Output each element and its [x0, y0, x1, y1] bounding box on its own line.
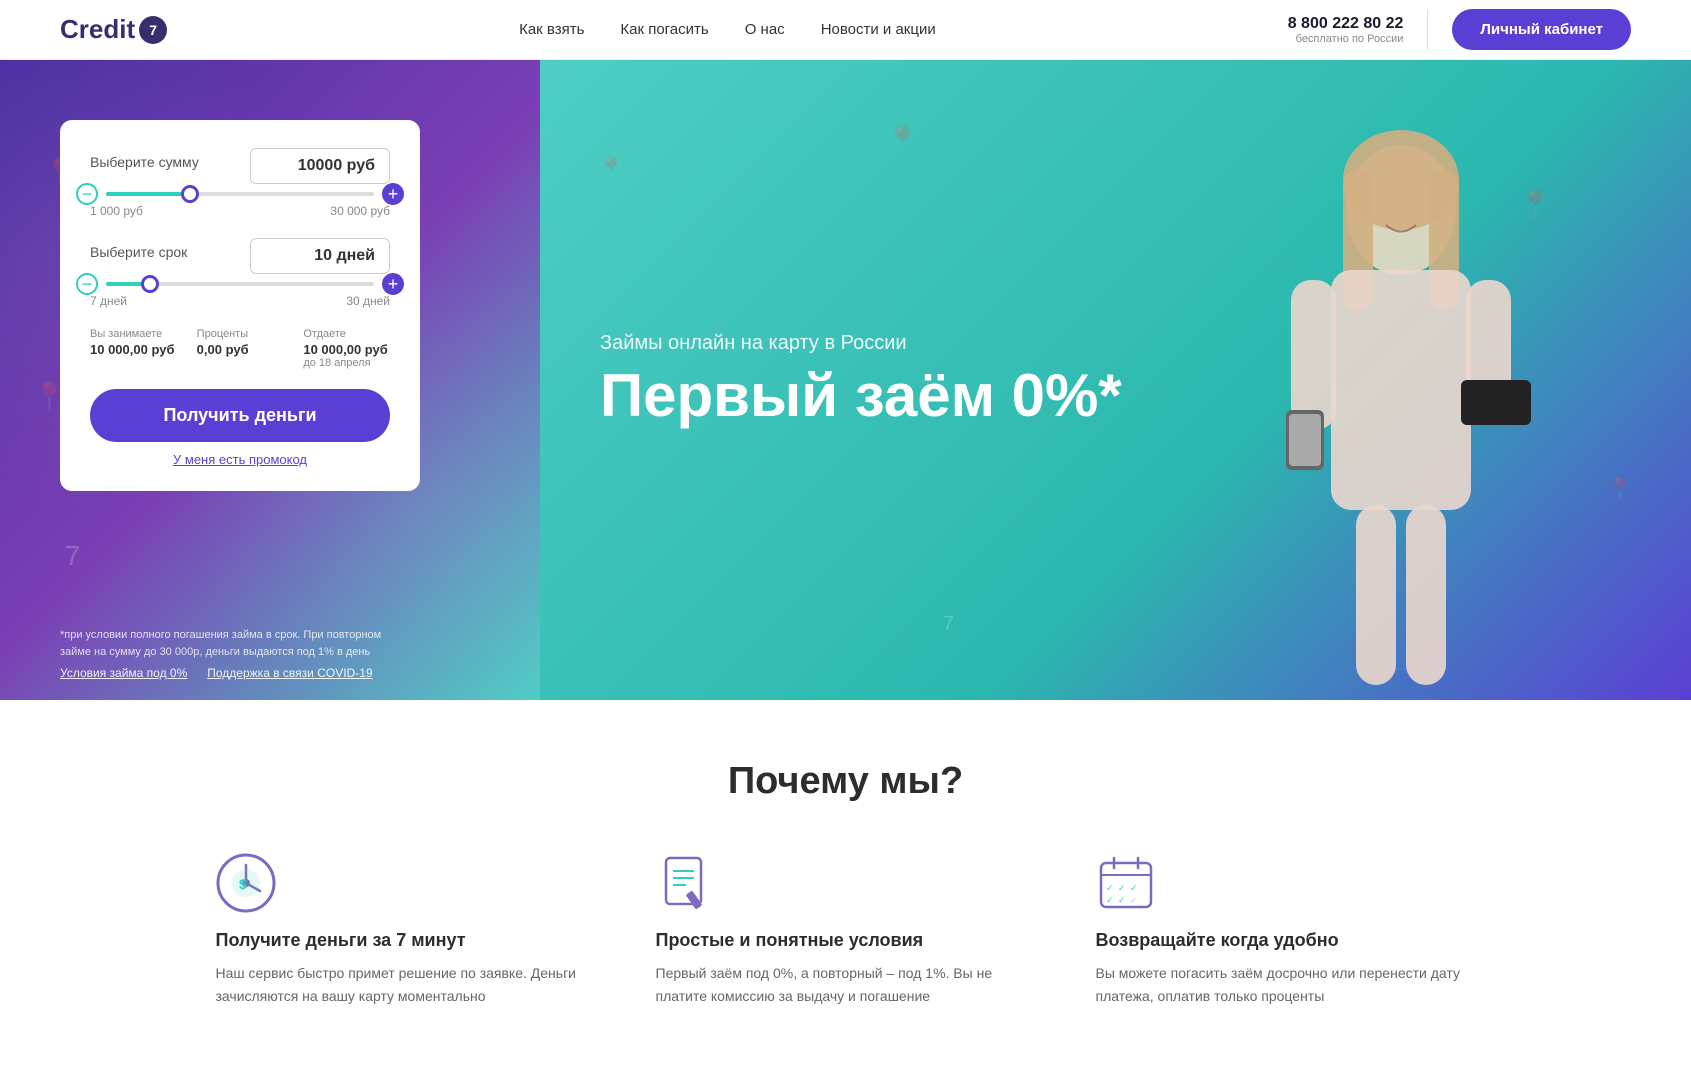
pin-icon-5: 📍 — [885, 124, 920, 157]
disclaimer-text: *при условии полного погашения займа в с… — [60, 627, 400, 660]
hero-subtitle: Займы онлайн на карту в России — [600, 332, 1122, 355]
phone-sub: бесплатно по России — [1288, 33, 1404, 45]
person-image — [1211, 120, 1591, 700]
hero-text-block: Займы онлайн на карту в России Первый за… — [600, 332, 1122, 429]
calculator-card: Выберите сумму 10000 руб − + 1 000 руб 3… — [60, 120, 420, 491]
phone-number: 8 800 222 80 22 — [1288, 15, 1404, 33]
term-row: Выберите срок 10 дней − + 7 дней 30 дней — [90, 238, 390, 308]
term-plus-button[interactable]: + — [382, 273, 404, 295]
get-money-button[interactable]: Получить деньги — [90, 389, 390, 442]
nav-item-about[interactable]: О нас — [745, 21, 785, 38]
svg-text:✓: ✓ — [1130, 895, 1138, 905]
document-icon — [656, 853, 716, 913]
disclaimer: *при условии полного погашения займа в с… — [60, 627, 400, 680]
pin-icon-8: 7 — [943, 613, 954, 636]
return-value: 10 000,00 руб — [303, 342, 390, 357]
why-card-3: ✓ ✓ ✓ ✓ ✓ ✓ Возвращайте когда удобно Вы … — [1096, 853, 1476, 1007]
pin-icon-4: 📍 — [598, 156, 625, 182]
term-min: 7 дней — [90, 294, 127, 308]
amount-limits: 1 000 руб 30 000 руб — [90, 204, 390, 218]
term-value[interactable]: 10 дней — [250, 238, 390, 274]
logo-text: Credit — [60, 14, 135, 45]
logo-badge: 7 — [139, 16, 167, 44]
why-card-2-title: Простые и понятные условия — [656, 929, 1036, 952]
promo-link[interactable]: У меня есть промокод — [90, 452, 390, 467]
amount-max: 30 000 руб — [330, 204, 390, 218]
term-minus-button[interactable]: − — [76, 273, 98, 295]
pin-icon-3: 7 — [65, 540, 81, 572]
term-slider-wrapper: − + — [90, 282, 390, 286]
why-cards: $ Получите деньги за 7 минут Наш сервис … — [100, 853, 1591, 1007]
hero-title: Первый заём 0%* — [600, 363, 1122, 429]
summary-borrow: Вы занимаете 10 000,00 руб — [90, 328, 177, 369]
why-card-2-text: Первый заём под 0%, а повторный – под 1%… — [656, 962, 1036, 1007]
header-right: 8 800 222 80 22 бесплатно по России Личн… — [1288, 9, 1631, 50]
term-limits: 7 дней 30 дней — [90, 294, 390, 308]
term-max: 30 дней — [346, 294, 390, 308]
nav-item-how-to-pay[interactable]: Как погасить — [620, 21, 708, 38]
svg-text:✓: ✓ — [1118, 883, 1126, 893]
amount-minus-button[interactable]: − — [76, 183, 98, 205]
cabinet-button[interactable]: Личный кабинет — [1452, 9, 1631, 50]
zero-percent-link[interactable]: Условия займа под 0% — [60, 666, 187, 680]
amount-slider-track[interactable] — [106, 192, 374, 196]
amount-label: Выберите сумму — [90, 154, 199, 170]
svg-text:✓: ✓ — [1118, 895, 1126, 905]
why-card-1-title: Получите деньги за 7 минут — [216, 929, 596, 952]
logo[interactable]: Credit 7 — [60, 14, 167, 45]
calc-summary: Вы занимаете 10 000,00 руб Проценты 0,00… — [90, 328, 390, 369]
disclaimer-links: Условия займа под 0% Поддержка в связи C… — [60, 666, 400, 680]
borrow-label: Вы занимаете — [90, 328, 177, 340]
amount-min: 1 000 руб — [90, 204, 143, 218]
svg-text:$: $ — [239, 876, 247, 892]
clock-icon: $ — [216, 853, 276, 913]
pin-icon-7: 📍 — [1606, 476, 1633, 502]
why-title: Почему мы? — [100, 760, 1591, 803]
interest-value: 0,00 руб — [197, 342, 284, 357]
why-card-3-title: Возвращайте когда удобно — [1096, 929, 1476, 952]
term-label: Выберите срок — [90, 244, 187, 260]
why-card-3-text: Вы можете погасить заём досрочно или пер… — [1096, 962, 1476, 1007]
nav-item-how-to-get[interactable]: Как взять — [519, 21, 584, 38]
borrow-value: 10 000,00 руб — [90, 342, 177, 357]
amount-value[interactable]: 10000 руб — [250, 148, 390, 184]
amount-slider-wrapper: − + — [90, 192, 390, 196]
hero-left: 📍 📍 7 Выберите сумму 10000 руб − + 1 000 — [0, 60, 540, 700]
term-slider-track[interactable] — [106, 282, 374, 286]
header-divider — [1427, 10, 1428, 50]
main-nav: Как взять Как погасить О нас Новости и а… — [519, 21, 936, 38]
term-slider-handle[interactable] — [141, 275, 159, 293]
covid-link[interactable]: Поддержка в связи COVID-19 — [207, 666, 372, 680]
svg-text:✓: ✓ — [1130, 883, 1138, 893]
nav-item-news[interactable]: Новости и акции — [821, 21, 936, 38]
svg-text:✓: ✓ — [1106, 883, 1114, 893]
phone-block: 8 800 222 80 22 бесплатно по России — [1288, 15, 1404, 45]
amount-slider-handle[interactable] — [181, 185, 199, 203]
interest-label: Проценты — [197, 328, 284, 340]
why-card-1-text: Наш сервис быстро примет решение по заяв… — [216, 962, 596, 1007]
return-label: Отдаете — [303, 328, 390, 340]
why-card-2: Простые и понятные условия Первый заём п… — [656, 853, 1036, 1007]
hero-section: 📍 📍 7 Выберите сумму 10000 руб − + 1 000 — [0, 60, 1691, 700]
summary-interest: Проценты 0,00 руб — [197, 328, 284, 369]
svg-text:✓: ✓ — [1106, 895, 1114, 905]
header: Credit 7 Как взять Как погасить О нас Но… — [0, 0, 1691, 60]
return-date: до 18 апреля — [303, 357, 390, 369]
why-card-1: $ Получите деньги за 7 минут Наш сервис … — [216, 853, 596, 1007]
calendar-icon: ✓ ✓ ✓ ✓ ✓ ✓ — [1096, 853, 1156, 913]
why-section: Почему мы? $ Получите деньги за 7 минут … — [0, 700, 1691, 1067]
hero-right: 📍 📍 📍 📍 7 7 Займы онлайн на карту в Росс… — [540, 60, 1691, 700]
summary-return: Отдаете 10 000,00 руб до 18 апреля — [303, 328, 390, 369]
amount-plus-button[interactable]: + — [382, 183, 404, 205]
amount-row: Выберите сумму 10000 руб − + 1 000 руб 3… — [90, 148, 390, 218]
